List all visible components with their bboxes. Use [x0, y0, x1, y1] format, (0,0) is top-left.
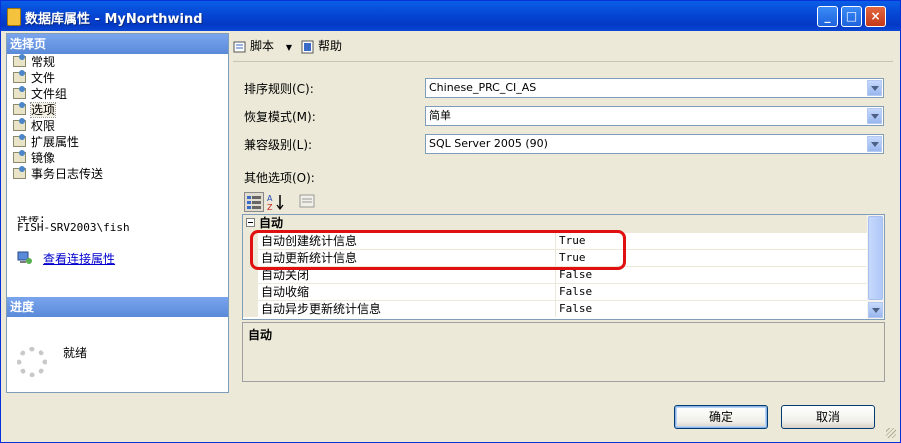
categorized-view-button[interactable] — [244, 192, 264, 212]
recovery-model-dropdown[interactable]: 简单 — [425, 106, 884, 126]
help-button[interactable]: 帮助 — [301, 35, 342, 57]
highlight-annotation — [250, 230, 626, 270]
property-value[interactable]: False — [555, 301, 592, 317]
nav-item-label: 事务日志传送 — [31, 167, 104, 181]
recovery-model-label: 恢复模式(M): — [244, 110, 316, 124]
property-name: 自动收缩 — [261, 285, 310, 299]
script-button[interactable]: 脚本 ▼ — [233, 35, 292, 57]
property-pages-icon — [299, 194, 315, 208]
database-properties-dialog: 数据库属性 - MyNorthwind _ □ × 选择页 常规 文件 文件组 … — [0, 0, 901, 443]
resize-grip-icon[interactable] — [886, 428, 896, 438]
nav-item-general[interactable]: 常规 — [11, 54, 103, 70]
property-name: 自动异步更新统计信息 — [261, 302, 382, 316]
nav-item-extended-properties[interactable]: 扩展属性 — [11, 134, 103, 150]
title-bar[interactable]: 数据库属性 - MyNorthwind _ □ × — [1, 1, 900, 31]
ok-button[interactable]: 确定 — [674, 405, 768, 429]
nav-item-filegroups[interactable]: 文件组 — [11, 86, 103, 102]
help-icon — [301, 40, 314, 53]
nav-item-label: 扩展属性 — [31, 135, 80, 149]
chevron-down-icon[interactable] — [867, 136, 882, 152]
close-button[interactable]: × — [865, 6, 886, 27]
nav-item-label: 常规 — [31, 55, 56, 69]
recovery-model-value: 简单 — [429, 109, 451, 122]
connection-properties-icon — [17, 251, 32, 264]
collation-value: Chinese_PRC_CI_AS — [429, 81, 537, 94]
progress-status: 就绪 — [63, 346, 88, 360]
scroll-down-icon[interactable] — [868, 302, 883, 318]
property-value[interactable]: False — [555, 284, 592, 300]
chevron-down-icon[interactable]: ▼ — [286, 43, 292, 52]
help-label: 帮助 — [318, 39, 343, 53]
page-icon — [13, 150, 26, 163]
property-name: 自动关闭 — [261, 268, 310, 282]
toolbar-divider — [233, 61, 893, 62]
compatibility-level-value: SQL Server 2005 (90) — [429, 137, 548, 150]
row-gutter — [243, 301, 258, 317]
nav-item-files[interactable]: 文件 — [11, 70, 103, 86]
page-icon — [13, 166, 26, 179]
chevron-down-icon[interactable] — [867, 108, 882, 124]
window-title: 数据库属性 - MyNorthwind — [25, 12, 203, 27]
nav-item-mirroring[interactable]: 镜像 — [11, 150, 103, 166]
chevron-down-icon[interactable] — [867, 80, 882, 96]
nav-item-label: 镜像 — [31, 151, 56, 165]
row-gutter — [243, 284, 258, 300]
page-icon — [13, 86, 26, 99]
other-options-label: 其他选项(O): — [244, 171, 315, 185]
compatibility-level-dropdown[interactable]: SQL Server 2005 (90) — [425, 134, 884, 154]
page-icon — [13, 102, 26, 115]
page-icon — [13, 54, 26, 67]
progress-header: 进度 — [7, 297, 228, 317]
svg-text:Z: Z — [267, 203, 273, 212]
nav-item-log-shipping[interactable]: 事务日志传送 — [11, 166, 103, 182]
nav-item-permissions[interactable]: 权限 — [11, 118, 103, 134]
page-icon — [13, 134, 26, 147]
cancel-button[interactable]: 取消 — [781, 405, 875, 429]
script-label: 脚本 — [250, 39, 275, 53]
nav-item-options[interactable]: 选项 — [11, 102, 103, 118]
select-page-header: 选择页 — [7, 34, 228, 54]
property-row[interactable]: 自动收缩 False — [243, 283, 867, 300]
alphabetical-view-button[interactable]: AZ — [266, 192, 286, 212]
left-panel: 选择页 常规 文件 文件组 选项 权限 扩展属性 镜像 事务日志传送 连接: F… — [6, 33, 229, 393]
script-icon — [233, 41, 246, 52]
compatibility-level-label: 兼容级别(L): — [244, 138, 313, 152]
nav-item-label: 文件组 — [31, 87, 68, 101]
connection-server: FISH-SRV2003\fish — [17, 221, 130, 234]
connection-info: 连接: FISH-SRV2003\fish — [17, 216, 130, 234]
progress-area: 就绪 — [7, 317, 228, 392]
collapse-icon[interactable] — [246, 218, 255, 227]
page-icon — [13, 118, 26, 131]
collation-label: 排序规则(C): — [244, 82, 314, 96]
database-icon — [7, 8, 21, 26]
view-connection-link[interactable]: 查看连接属性 — [43, 250, 115, 267]
minimize-button[interactable]: _ — [817, 6, 838, 27]
property-description-pane: 自动 — [242, 322, 885, 382]
description-title: 自动 — [248, 328, 273, 342]
nav-item-label: 权限 — [31, 119, 56, 133]
sort-alphabetical-icon: AZ — [267, 194, 284, 212]
scrollbar-thumb[interactable] — [868, 216, 883, 300]
property-row[interactable]: 自动异步更新统计信息 False — [243, 300, 867, 317]
nav-item-label: 文件 — [31, 71, 56, 85]
property-pages-button[interactable] — [298, 192, 318, 212]
page-nav: 常规 文件 文件组 选项 权限 扩展属性 镜像 事务日志传送 — [11, 54, 103, 182]
nav-item-label: 选项 — [29, 102, 57, 118]
progress-spinner-icon — [17, 347, 47, 377]
grid-scrollbar[interactable] — [867, 215, 884, 319]
svg-text:A: A — [267, 194, 273, 203]
collation-dropdown[interactable]: Chinese_PRC_CI_AS — [425, 78, 884, 98]
categorized-icon — [247, 196, 261, 209]
maximize-button[interactable]: □ — [841, 6, 862, 27]
page-icon — [13, 70, 26, 83]
